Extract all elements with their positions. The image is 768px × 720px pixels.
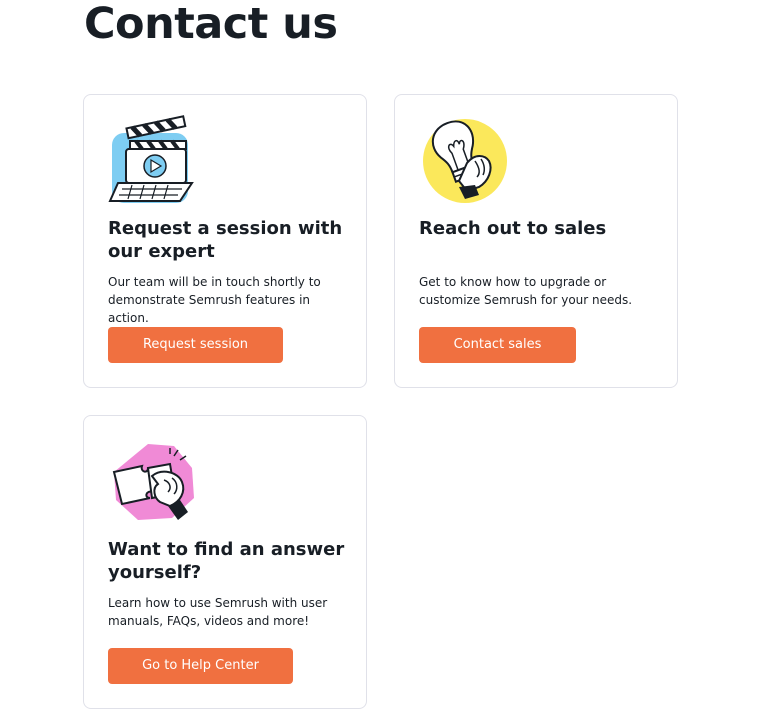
card-help-center: Want to find an answer yourself? Learn h… <box>83 415 367 709</box>
card-description: Our team will be in touch shortly to dem… <box>108 275 321 325</box>
card-description: Learn how to use Semrush with user manua… <box>108 596 328 628</box>
puzzle-hand-icon <box>108 436 198 526</box>
help-center-button[interactable]: Go to Help Center <box>108 648 293 684</box>
card-title: Reach out to sales <box>419 218 607 239</box>
page-title: Contact us <box>84 0 338 49</box>
card-request-session: Request a session with our expert Our te… <box>83 94 367 388</box>
card-title: Want to find an answer yourself? <box>108 539 345 583</box>
contact-sales-button[interactable]: Contact sales <box>419 327 576 363</box>
card-reach-sales: Reach out to sales Get to know how to up… <box>394 94 678 388</box>
request-session-button[interactable]: Request session <box>108 327 283 363</box>
lightbulb-hand-icon <box>419 115 509 205</box>
card-title: Request a session with our expert <box>108 218 343 262</box>
card-description: Get to know how to upgrade or customize … <box>419 275 633 307</box>
clapperboard-laptop-icon <box>108 115 198 205</box>
